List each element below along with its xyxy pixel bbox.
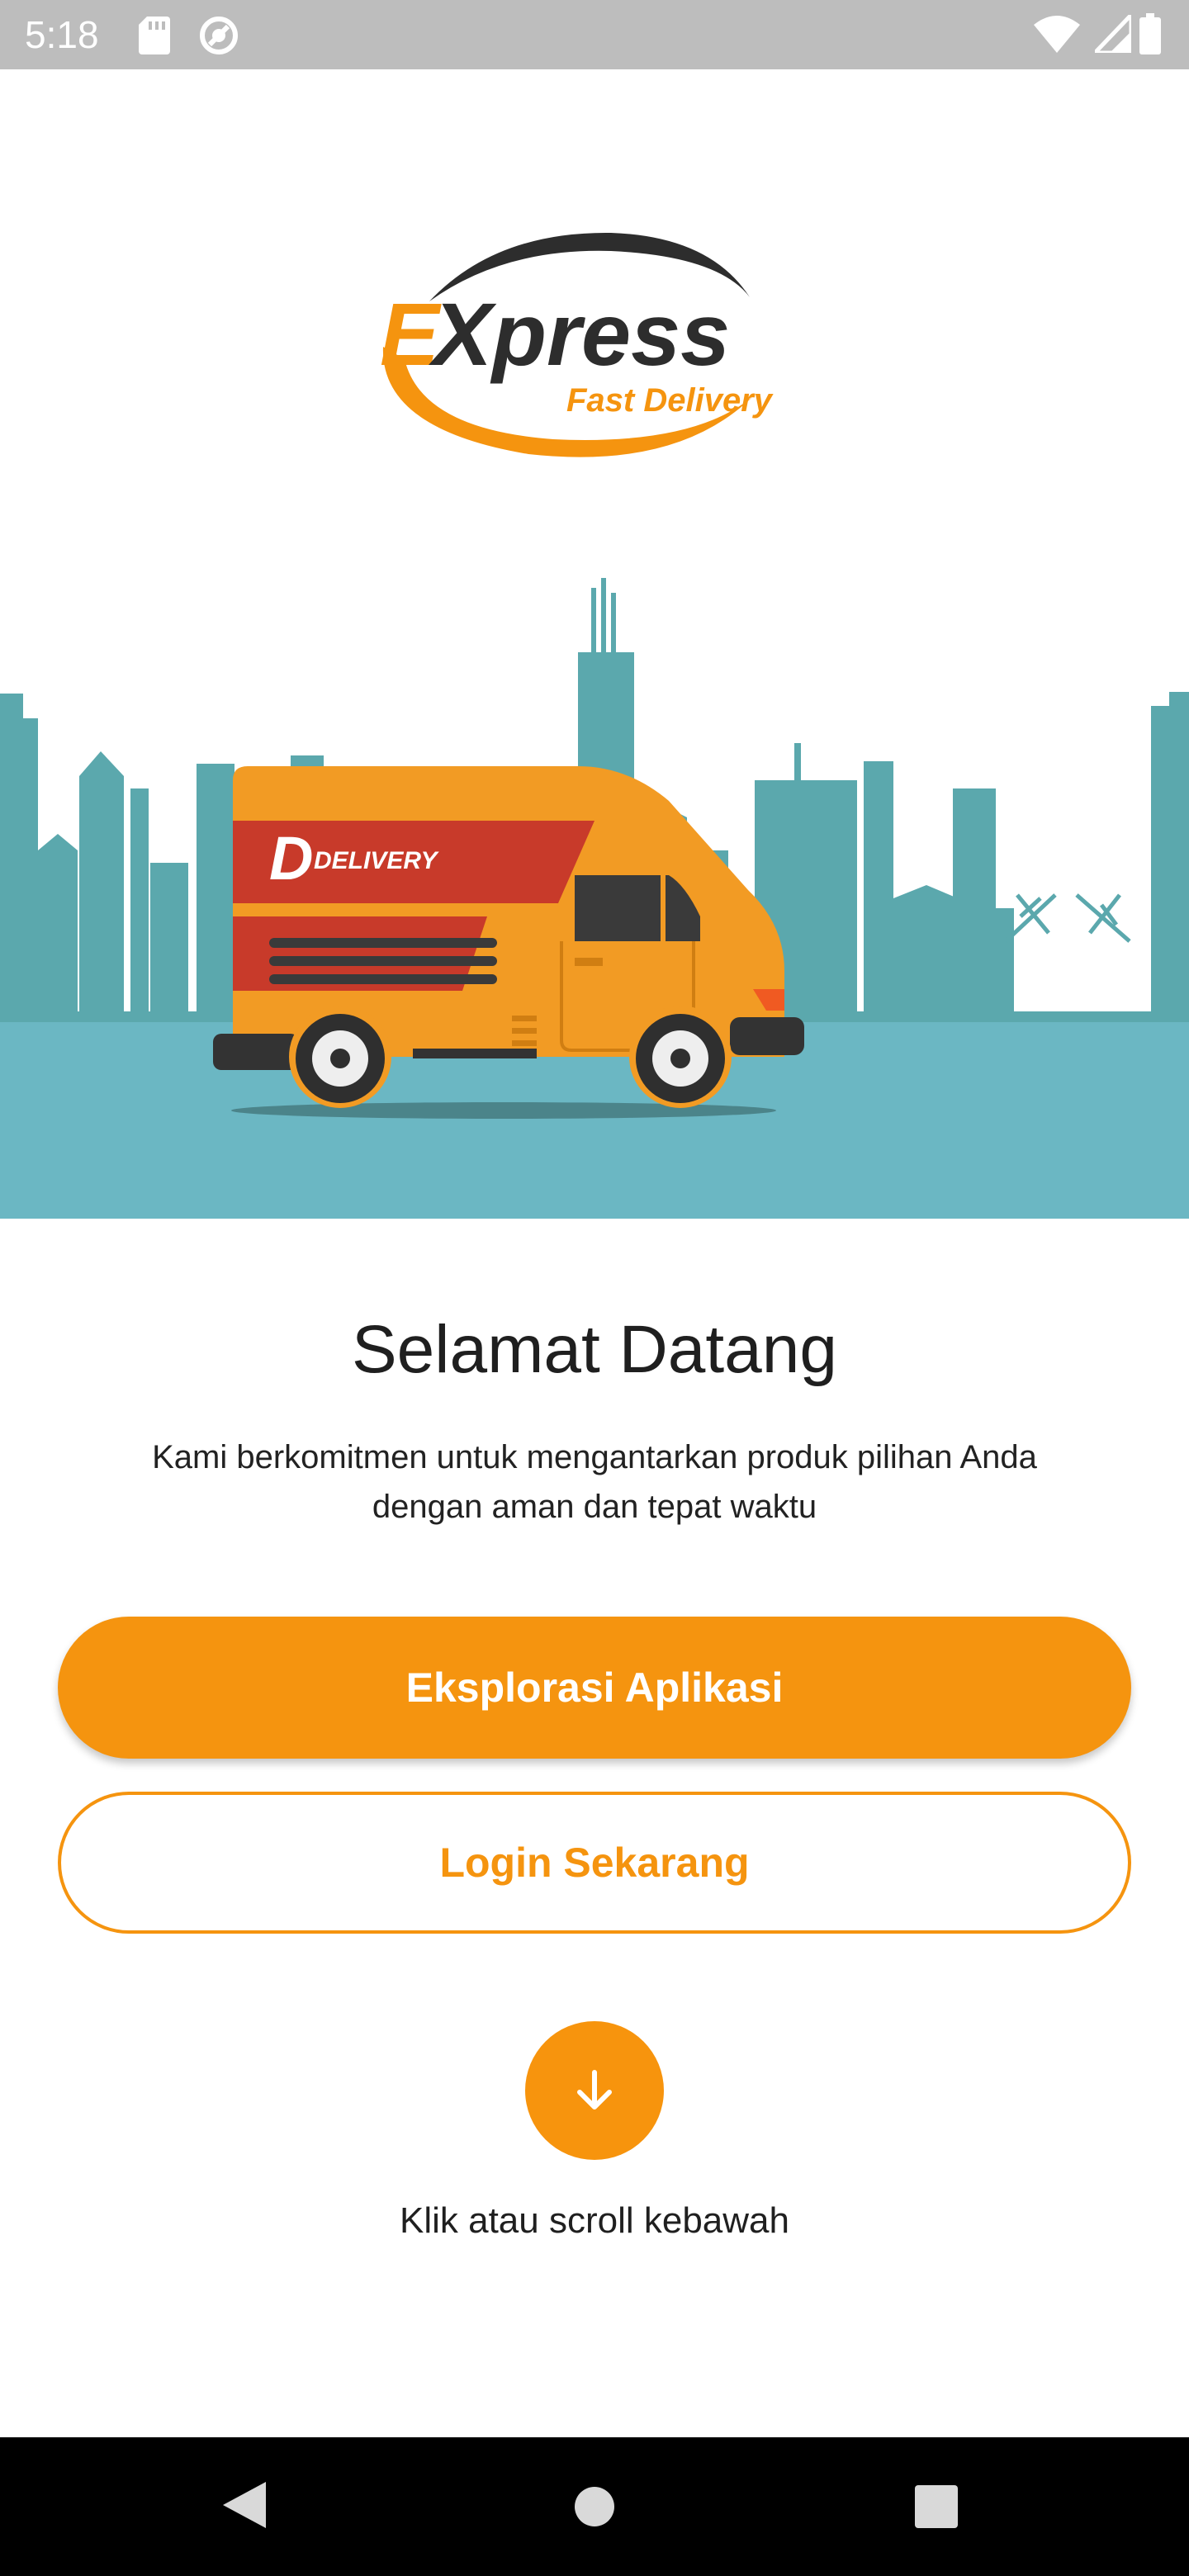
arrow-down-icon	[577, 2070, 612, 2110]
windmills	[1004, 893, 1131, 943]
explore-app-label: Eksplorasi Aplikasi	[405, 1664, 784, 1711]
login-now-button[interactable]: Login Sekarang	[58, 1792, 1131, 1934]
welcome-subtitle-line-2: dengan aman dan tepat waktu	[372, 1489, 817, 1525]
signal-icon	[1095, 15, 1131, 53]
express-logo: E Xpress Fast Delivery	[380, 232, 774, 457]
status-time: 5:18	[25, 13, 99, 56]
system-nav-bar	[0, 2437, 1189, 2576]
scroll-down-button[interactable]	[525, 2021, 664, 2160]
battery-icon	[1139, 13, 1161, 54]
scroll-hint: Klik atau scroll kebawah	[399, 2200, 789, 2241]
hero-illustration: D DELIVERY	[0, 578, 1189, 1219]
home-icon[interactable]	[573, 2485, 616, 2528]
sync-icon	[200, 17, 238, 54]
login-now-label: Login Sekarang	[439, 1840, 750, 1886]
welcome-title: Selamat Datang	[351, 1312, 837, 1387]
welcome-subtitle: Kami berkomitmen untuk mengantarkan prod…	[83, 1432, 1106, 1532]
back-icon[interactable]	[220, 2479, 269, 2531]
explore-app-button[interactable]: Eksplorasi Aplikasi	[58, 1617, 1131, 1759]
van-label: DELIVERY	[314, 847, 439, 874]
recent-apps-icon[interactable]	[915, 2485, 958, 2528]
wifi-icon	[1034, 16, 1080, 53]
status-bar: 5:18	[0, 0, 1189, 69]
logo-brand-rest: Xpress	[429, 284, 730, 384]
sd-card-icon	[139, 17, 170, 54]
svg-text:D: D	[269, 824, 313, 893]
logo-tagline: Fast Delivery	[566, 382, 774, 419]
welcome-subtitle-line-1: Kami berkomitmen untuk mengantarkan prod…	[152, 1439, 1037, 1475]
welcome-screen: 5:18 E Xpress Fast Delivery D DELIVERY S…	[0, 0, 1189, 2576]
